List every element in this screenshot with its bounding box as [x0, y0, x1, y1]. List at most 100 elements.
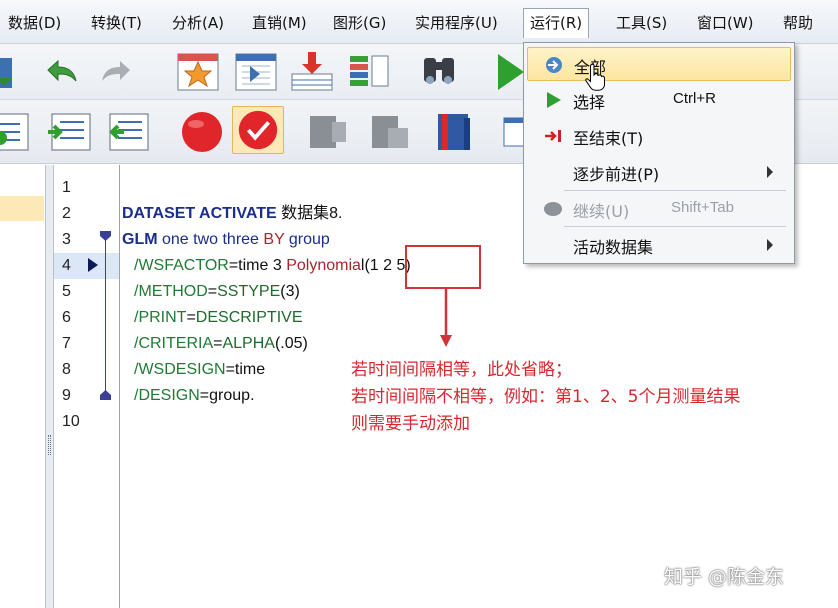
- syntax-line-5[interactable]: /METHOD=SSTYPE(3): [134, 281, 300, 303]
- command-end-marker-icon[interactable]: [100, 390, 111, 400]
- menu-window[interactable]: 窗口(W): [695, 9, 756, 37]
- keyword-value: SSTYPE: [217, 283, 281, 300]
- menu-transform[interactable]: 转换(T): [89, 9, 144, 37]
- run-menu-item-all[interactable]: 全部: [527, 47, 791, 81]
- save-icon[interactable]: [0, 48, 34, 96]
- redo-icon[interactable]: [92, 48, 144, 96]
- run-menu-item-continue[interactable]: 继续(U) Shift+Tab: [527, 192, 791, 226]
- syntax-line-4[interactable]: /WSFACTOR=time 3 Polynomial(1 2 5): [134, 255, 411, 277]
- menu-data[interactable]: 数据(D): [6, 9, 63, 37]
- menu-graphs[interactable]: 图形(G): [331, 9, 388, 37]
- annotation-text-line-1: 若时间间隔相等，此处省略；: [351, 360, 572, 380]
- run-to-end-icon: [545, 130, 561, 142]
- watermark: 知乎 @陈金东: [664, 566, 785, 588]
- menu-tools[interactable]: 工具(S): [614, 9, 669, 37]
- current-line-arrow-icon: [88, 258, 98, 272]
- code-text: group: [284, 231, 330, 248]
- keyword-polynomial: Polynomia: [286, 257, 361, 274]
- menu-run[interactable]: 运行(R): [523, 8, 590, 38]
- run-menu-item-label: 选择: [573, 93, 606, 112]
- goto-case-icon[interactable]: [172, 48, 224, 96]
- navigation-selected-row[interactable]: [0, 196, 44, 221]
- line-number: 5: [62, 283, 71, 300]
- split-file-icon[interactable]: [344, 48, 396, 96]
- syntax-line-7[interactable]: /CRITERIA=ALPHA(.05): [134, 333, 308, 355]
- submenu-arrow-icon: [767, 239, 773, 251]
- command-start-marker-icon[interactable]: [100, 231, 111, 241]
- goto-variable-icon[interactable]: [230, 48, 282, 96]
- subcommand: /CRITERIA: [134, 335, 214, 352]
- syntax-next-icon[interactable]: [44, 108, 96, 156]
- syntax-step-icon[interactable]: [0, 108, 36, 156]
- keyword-value: ALPHA: [222, 335, 275, 352]
- code-text: 数据集8.: [276, 205, 343, 222]
- run-menu-item-step-forward[interactable]: 逐步前进(P): [527, 155, 791, 189]
- menu-direct-marketing[interactable]: 直销(M): [250, 9, 309, 37]
- run-menu-item-label: 至结束(T): [573, 129, 644, 148]
- run-menu-item-to-end[interactable]: 至结束(T): [527, 119, 791, 153]
- menu-utilities[interactable]: 实用程序(U): [413, 9, 500, 37]
- run-menu-item-selection[interactable]: 选择 Ctrl+R: [527, 83, 791, 117]
- syntax-line-2[interactable]: DATASET ACTIVATE 数据集8.: [122, 203, 342, 225]
- subcommand: /METHOD: [134, 283, 208, 300]
- bookmark-next-disabled-icon[interactable]: [366, 108, 418, 156]
- subcommand: /WSFACTOR: [134, 257, 229, 274]
- code-text: one two three: [157, 231, 264, 248]
- find-icon[interactable]: [414, 48, 466, 96]
- menu-separator: [564, 190, 786, 191]
- run-menu-item-label: 活动数据集: [573, 238, 654, 257]
- run-menu-item-shortcut: Ctrl+R: [673, 90, 716, 107]
- run-menu-dropdown: 全部 选择 Ctrl+R 至结束(T) 逐步前进(P) 继续(U) Shift+…: [523, 42, 795, 264]
- book-icon[interactable]: [430, 108, 482, 156]
- menu-help[interactable]: 帮助: [781, 9, 815, 37]
- run-all-icon: [546, 57, 562, 73]
- line-number: 10: [62, 413, 80, 430]
- subcommand: /DESIGN: [134, 387, 200, 404]
- syntax-previous-icon[interactable]: [102, 108, 154, 156]
- validate-syntax-icon[interactable]: [232, 106, 284, 154]
- pane-splitter[interactable]: [46, 165, 54, 608]
- keyword: DATASET ACTIVATE: [122, 205, 277, 222]
- splitter-grip[interactable]: [48, 435, 51, 455]
- annotation-box: [405, 245, 481, 289]
- line-number: 6: [62, 309, 71, 326]
- run-menu-item-label: 继续(U): [573, 202, 630, 221]
- code-text: =: [186, 309, 196, 326]
- menu-bar: 数据(D) 转换(T) 分析(A) 直销(M) 图形(G) 实用程序(U) 运行…: [0, 0, 838, 44]
- keyword-value: DESCRIPTIVE: [195, 309, 303, 326]
- undo-icon[interactable]: [34, 48, 86, 96]
- command-span-line: [105, 240, 106, 398]
- line-number: 1: [62, 179, 71, 196]
- keyword: GLM: [122, 231, 158, 248]
- code-text: l(1 2 5): [360, 257, 411, 274]
- insert-cases-icon[interactable]: [286, 48, 338, 96]
- line-number: 2: [62, 205, 71, 222]
- run-menu-item-shortcut: Shift+Tab: [671, 199, 734, 216]
- run-menu-item-label: 逐步前进(P): [573, 165, 660, 184]
- menu-analyze[interactable]: 分析(A): [170, 9, 226, 37]
- syntax-line-8[interactable]: /WSDESIGN=time: [134, 359, 265, 381]
- mouse-cursor-icon: [585, 63, 605, 91]
- submenu-arrow-icon: [767, 166, 773, 178]
- subcommand: /WSDESIGN: [134, 361, 226, 378]
- line-number: 9: [62, 387, 71, 404]
- syntax-line-3[interactable]: GLM one two three BY group: [122, 229, 330, 251]
- code-text: =time: [225, 361, 266, 378]
- line-number: 8: [62, 361, 71, 378]
- syntax-line-9[interactable]: /DESIGN=group.: [134, 385, 255, 407]
- code-text: =time 3: [228, 257, 287, 274]
- annotation-text-line-3: 则需要手动添加: [351, 414, 470, 434]
- navigation-pane[interactable]: [0, 165, 46, 608]
- code-text: =: [207, 283, 218, 300]
- bookmark-disabled-icon[interactable]: [304, 108, 356, 156]
- syntax-line-6[interactable]: /PRINT=DESCRIPTIVE: [134, 307, 302, 329]
- run-menu-item-active-dataset[interactable]: 活动数据集: [527, 228, 791, 262]
- annotation-text-line-2: 若时间间隔不相等，例如：第1、2、5个月测量结果: [351, 387, 741, 407]
- breakpoint-icon[interactable]: [176, 108, 228, 156]
- code-text: =group.: [199, 387, 255, 404]
- line-number: 3: [62, 231, 71, 248]
- code-text: (3): [280, 283, 300, 300]
- annotation-arrow-icon: [440, 289, 452, 347]
- continue-icon: [544, 202, 562, 216]
- menu-separator: [564, 226, 786, 227]
